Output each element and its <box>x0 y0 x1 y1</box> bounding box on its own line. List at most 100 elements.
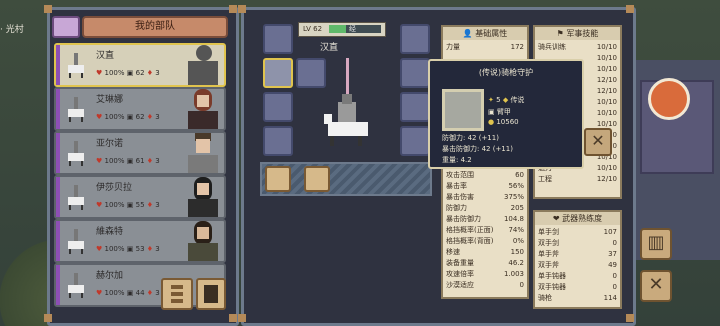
equip-slot-glove-icon[interactable] <box>263 24 293 54</box>
heart-icon: ❤ <box>552 214 560 223</box>
armor-icon: ▣ <box>126 289 134 297</box>
xp-label: 经 <box>349 25 356 33</box>
skill-charge-icon[interactable] <box>265 166 291 192</box>
unit-hp: 100% <box>104 245 125 253</box>
attribute-value: 150 <box>510 248 524 256</box>
item-tooltip: (传说)骑枪守护 ✦ 5 ◆ 传说 ▣ 臂甲 ● 10560 防御力: 42 (… <box>428 59 584 169</box>
xp-bar-fill <box>329 25 346 33</box>
tooltip-tier-value: 5 <box>496 96 501 104</box>
equip-slot-shield-icon[interactable] <box>400 92 430 122</box>
tooltip-price: ● 10560 <box>488 118 519 126</box>
unit-faction-stripe <box>56 177 60 217</box>
unit-name: 伊莎贝拉 <box>96 183 133 193</box>
attributes-title: 👤 基础属性 <box>443 27 527 40</box>
gem-icon: ◆ <box>502 96 509 104</box>
weapon-title-text: 武器熟练度 <box>562 214 603 223</box>
attribute-key: 暴击率 <box>446 182 467 190</box>
weapon-value: 0 <box>612 283 617 291</box>
close-button[interactable]: ✕ <box>640 270 672 302</box>
party-title: 我的部队 <box>82 16 228 38</box>
unit-card[interactable]: 維森特 ♥ 100% ▣ 53 ♦ 3 <box>54 219 226 263</box>
faction-emblem-icon[interactable] <box>648 78 690 120</box>
attribute-value: 74% <box>508 226 524 234</box>
attribute-row: 力量 172 <box>446 42 524 52</box>
attribute-row: 攻速倍率 1.003 <box>446 269 524 279</box>
attribute-row: 装备重量 46.2 <box>446 258 524 268</box>
attribute-key: 装备重量 <box>446 259 474 267</box>
attribute-key: 沙漠适应 <box>446 281 474 289</box>
unit-count: 3 <box>155 69 160 77</box>
location-label: · 光村 <box>0 25 24 35</box>
party-icon-button[interactable] <box>52 16 80 38</box>
weapon-value: 0 <box>612 272 617 280</box>
weapon-key: 单手钝器 <box>538 272 566 280</box>
skill-row: 骑兵训练 10/10 <box>538 42 617 52</box>
equip-slot-armguard-icon[interactable] <box>263 58 293 88</box>
unit-faction-stripe <box>56 89 60 129</box>
cavalry-icon <box>68 53 84 78</box>
weapon-key: 骑枪 <box>538 294 552 302</box>
panel-corner <box>238 5 246 13</box>
unit-card[interactable]: 艾琳娜 ♥ 100% ▣ 62 ♦ 3 <box>54 87 226 131</box>
equip-slot-armor-icon[interactable] <box>263 92 293 122</box>
attribute-value: 375% <box>503 193 524 201</box>
skill-banner-icon[interactable] <box>304 166 330 192</box>
unit-card[interactable]: 亚尔诺 ♥ 100% ▣ 61 ♦ 3 <box>54 131 226 175</box>
hero-sprite <box>324 58 368 146</box>
close-icon[interactable]: ✕ <box>584 128 612 156</box>
equip-slot-lance-icon[interactable] <box>400 58 430 88</box>
level-label: LV 62 <box>303 25 323 33</box>
attributes-title-text: 基础属性 <box>475 29 508 38</box>
armor-icon: ▣ <box>126 113 134 121</box>
heart-icon: ♥ <box>96 113 103 121</box>
unit-portrait <box>188 89 218 129</box>
unit-armor: 55 <box>135 201 145 209</box>
attribute-value: 0 <box>519 281 524 289</box>
military-title-text: 军事技能 <box>566 29 599 38</box>
weapon-proficiency-panel: ❤ 武器熟练度 单手剑 107 双手剑 0 单手斧 37 双手斧 49 单手钝器 0 双手… <box>533 210 622 309</box>
troops-icon: ♦ <box>146 289 154 297</box>
unit-card[interactable]: 汉直 ♥ 100% ▣ 62 ♦ 3 <box>54 43 226 87</box>
panel-corner <box>238 314 246 322</box>
attribute-row: 暴击防御力 104.8 <box>446 214 524 224</box>
unit-stats: ♥ 100% ▣ 61 ♦ 3 <box>96 157 160 165</box>
unit-faction-stripe <box>56 221 60 261</box>
attribute-value: 1.003 <box>503 270 524 278</box>
attribute-key: 攻速倍率 <box>446 270 474 278</box>
cavalry-icon <box>68 97 84 122</box>
equip-slot-boots-icon[interactable] <box>263 126 293 156</box>
unit-armor: 44 <box>135 289 145 297</box>
equip-slot-horse-icon[interactable] <box>400 126 430 156</box>
unit-card[interactable]: 伊莎贝拉 ♥ 100% ▣ 55 ♦ 3 <box>54 175 226 219</box>
cavalry-icon <box>68 229 84 254</box>
skill-value: 10/10 <box>596 43 617 51</box>
unit-portrait <box>188 177 218 217</box>
attribute-key: 力量 <box>446 43 460 51</box>
armguard-item-icon <box>442 89 484 131</box>
unit-count: 3 <box>155 157 160 165</box>
unit-portrait <box>188 45 218 85</box>
inventory-book-button[interactable] <box>196 278 226 310</box>
weapon-row: 单手钝器 0 <box>538 271 617 281</box>
weapon-value: 107 <box>603 228 617 236</box>
gate-icon-button[interactable]: ▥ <box>640 228 672 260</box>
heart-icon: ♥ <box>96 201 103 209</box>
attribute-key: 攻击范围 <box>446 171 474 179</box>
unit-faction-stripe <box>56 133 60 173</box>
tooltip-line: 防御力: 42 (+11) <box>442 134 499 142</box>
attribute-value: 60 <box>515 171 524 179</box>
military-title: ⚑ 军事技能 <box>535 27 620 40</box>
tooltip-tier: ✦ 5 ◆ 传说 <box>488 95 524 105</box>
equip-slot-potion-icon[interactable] <box>400 24 430 54</box>
weapon-key: 双手钝器 <box>538 283 566 291</box>
attribute-key: 暴击伤害 <box>446 193 474 201</box>
attribute-row: 暴击率 56% <box>446 181 524 191</box>
troops-icon: ♦ <box>146 201 154 209</box>
weapon-key: 单手斧 <box>538 250 559 258</box>
unit-armor: 62 <box>135 113 145 121</box>
tooltip-rarity: 传说 <box>510 96 525 104</box>
sort-button[interactable] <box>161 278 193 310</box>
weapon-row: 双手斧 49 <box>538 260 617 270</box>
weapon-row: 双手钝器 0 <box>538 282 617 292</box>
unit-name: 亚尔诺 <box>96 139 124 149</box>
